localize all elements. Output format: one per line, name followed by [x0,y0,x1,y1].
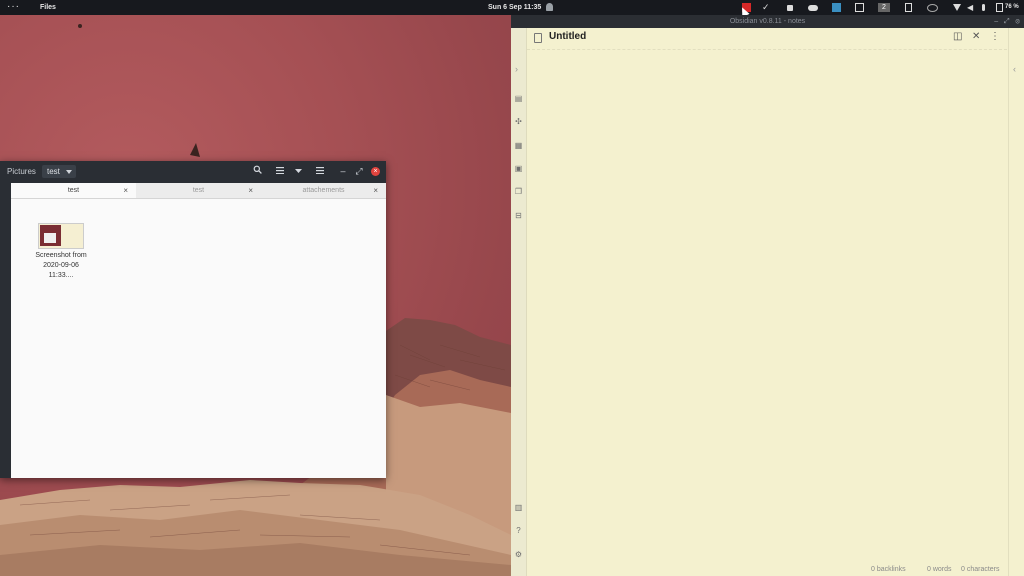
file-item[interactable]: Screenshot from 2020-09-06 11:33.... [34,223,88,281]
tab-attachements[interactable]: attachements × [261,183,386,198]
chevron-down-icon[interactable] [65,170,72,174]
file-thumbnail [38,223,84,249]
window-icon[interactable] [855,3,864,12]
backlinks-count[interactable]: 0 backlinks [871,564,906,576]
eye-icon[interactable] [927,4,938,12]
wifi-icon[interactable] [953,4,961,11]
right-sidebar-collapsed: ‹ [1008,28,1024,576]
preview-toggle-icon[interactable]: ◫ [953,32,962,42]
steam-icon[interactable]: ✓ [762,3,771,12]
close-icon[interactable]: ⊗ [1015,18,1020,25]
help-icon[interactable]: ? [514,526,523,535]
clock[interactable]: Sun 6 Sep 11:35 [488,0,541,15]
window-controls: – ⤢ ⊗ [994,15,1020,28]
archive-icon[interactable]: ⊟ [514,211,523,220]
graph-view-icon[interactable]: ✣ [514,117,523,126]
thumbnail-window [44,233,56,243]
top-panel: ··· Files Sun 6 Sep 11:35 ✓ 2 ◀ 76 % [0,0,1024,15]
app-tray-icon[interactable] [832,3,841,12]
note-title[interactable]: Untitled [549,31,586,42]
close-pane-icon[interactable]: ✕ [972,32,980,42]
window-title: Obsidian v0.8.11 - notes [511,15,1024,28]
files-sidebar [0,183,11,478]
status-bar: 0 backlinks 0 words 0 characters [527,564,1007,576]
breadcrumb-pictures[interactable]: Pictures [2,165,41,178]
open-quick-switcher-icon[interactable]: ▤ [514,94,523,103]
battery-icon[interactable] [996,3,1003,12]
open-vault-icon[interactable]: ▥ [514,503,523,512]
document-icon [534,33,542,43]
tab-label: test [192,187,205,194]
tab-label: attachements [302,187,345,194]
settings-gear-icon[interactable]: ⚙ [514,550,523,559]
daily-note-calendar-icon[interactable]: ▣ [514,164,523,173]
lock-icon[interactable] [787,5,793,11]
close-tab-icon[interactable]: × [248,183,253,198]
close-icon[interactable]: × [371,167,380,176]
discord-icon[interactable] [808,5,818,11]
tab-label: test [67,187,80,194]
close-tab-icon[interactable]: × [123,183,128,198]
volume-icon[interactable]: ◀ [967,3,976,12]
menu-icon[interactable] [313,165,327,178]
battery-percentage: 76 % [1005,4,1019,10]
notification-bell-icon[interactable] [546,3,553,11]
maximize-icon[interactable]: ⤢ [352,165,366,178]
close-tab-icon[interactable]: × [373,183,378,198]
files-window: Pictures test – ⤢ × test × test × attach… [0,161,386,478]
expand-left-sidebar-icon[interactable]: › [515,64,518,74]
maximize-icon[interactable]: ⤢ [1004,18,1010,25]
open-another-vault-icon[interactable]: ❐ [514,187,523,196]
list-view-icon[interactable] [273,165,287,178]
left-ribbon: › ▤ ✣ ▦ ▣ ❐ ⊟ ▥ ? ⚙ [511,28,527,576]
view-options-chevron-icon[interactable] [291,165,305,178]
files-headerbar: Pictures test – ⤢ × [0,161,386,183]
search-icon[interactable] [250,165,264,178]
insert-template-icon[interactable]: ▦ [514,141,523,150]
workspace-indicator-icon[interactable]: 2 [878,3,890,12]
minimize-icon[interactable]: – [994,18,998,25]
files-tab-bar: test × test × attachements × [11,183,386,199]
note-header [527,28,1007,50]
word-count: 0 words [927,566,952,573]
tab-test-2[interactable]: test × [136,183,261,198]
app-menu[interactable]: Files [40,0,56,15]
file-name: Screenshot from 2020-09-06 11:33.... [35,252,87,279]
activities-button[interactable]: ··· [7,0,20,13]
tab-test-1[interactable]: test × [11,183,136,198]
clipboard-icon[interactable] [905,3,912,12]
expand-right-sidebar-icon[interactable]: ‹ [1013,64,1016,74]
minimize-icon[interactable]: – [336,165,350,178]
obsidian-window: Obsidian v0.8.11 - notes – ⤢ ⊗ › ▤ ✣ ▦ ▣… [511,15,1024,576]
breadcrumb-test[interactable]: test [42,165,76,178]
character-count: 0 characters [961,566,1000,573]
breadcrumb-test-label: test [47,167,60,176]
more-options-icon[interactable]: ⋮ [990,32,1000,42]
microphone-icon[interactable] [982,4,985,11]
